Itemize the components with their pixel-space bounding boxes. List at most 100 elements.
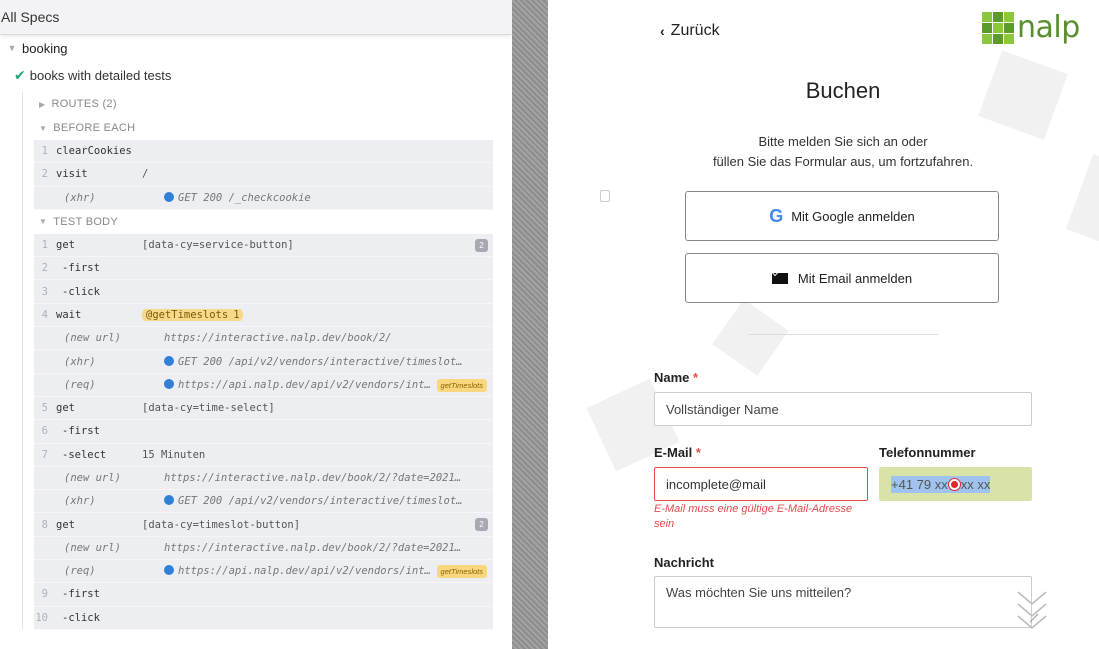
command-message-text: GET 200 /api/v2/vendors/interactive/time…: [178, 495, 493, 508]
command-row[interactable]: 2 visit /: [34, 163, 493, 187]
command-message: https://interactive.nalp.dev/book/2/?dat…: [164, 542, 493, 554]
command-name: -first: [62, 425, 100, 438]
name-placeholder: Vollständiger Name: [666, 401, 779, 417]
nalp-logo[interactable]: nalp: [982, 10, 1080, 45]
suite-title: booking: [22, 40, 68, 56]
command-row[interactable]: 7 -select 15 Minuten: [34, 443, 493, 467]
command-name: get: [56, 402, 75, 415]
command-name: -click: [62, 285, 100, 298]
phone-label: Telefonnummer: [879, 445, 976, 460]
all-specs-header[interactable]: All Specs: [0, 0, 512, 35]
message-label: Nachricht: [654, 555, 714, 570]
command-number: 5: [41, 402, 48, 415]
command-message: [data-cy=timeslot-button]: [142, 519, 493, 531]
command-number: 8: [41, 518, 48, 531]
command-message: https://interactive.nalp.dev/book/2/: [164, 332, 493, 344]
divider-line: [748, 334, 938, 335]
xhr-status-dot-icon: [164, 378, 174, 389]
google-login-button[interactable]: G Mit Google anmelden: [685, 191, 999, 241]
command-row[interactable]: 10 -click: [34, 606, 493, 630]
name-label-text: Name: [654, 370, 690, 385]
phone-placeholder-part: xx xx: [960, 476, 991, 492]
command-row[interactable]: 3 -click: [34, 280, 493, 304]
command-row[interactable]: (xhr) GET 200 /_checkcookie: [34, 186, 493, 210]
message-placeholder: Was möchten Sie uns mitteilen?: [666, 585, 852, 600]
xhr-status-dot-icon: [164, 565, 174, 576]
command-message: GET 200 /_checkcookie: [164, 191, 493, 204]
test-body-commands: 1 get [data-cy=service-button] 2 2 -first 3 -cl…: [34, 233, 493, 630]
message-textarea[interactable]: Was möchten Sie uns mitteilen?: [654, 576, 1032, 628]
command-row[interactable]: (new url) https://interactive.nalp.dev/bo…: [34, 466, 493, 491]
back-label: Zurück: [670, 22, 720, 39]
command-name: (new url): [64, 541, 121, 554]
logo-text: nalp: [1017, 10, 1080, 45]
background-shape: [600, 190, 610, 202]
command-message: GET 200 /api/v2/vendors/interactive/time…: [164, 355, 493, 368]
command-message-text: GET 200 /_checkcookie: [178, 191, 311, 204]
command-name: (new url): [64, 472, 121, 484]
command-name: (xhr): [64, 191, 96, 204]
name-input[interactable]: Vollständiger Name: [654, 392, 1032, 426]
suite-row[interactable]: ▼ booking: [0, 35, 512, 61]
command-name: (xhr): [64, 495, 96, 508]
routes-header[interactable]: ▶ ROUTES (2): [23, 92, 492, 116]
command-row[interactable]: 8 get [data-cy=timeslot-button] 2: [34, 513, 493, 537]
alias-count: 1: [230, 308, 243, 321]
command-message-text: https://interactive.nalp.dev/book/2/?dat…: [164, 472, 493, 484]
caret-down-icon: ▼: [39, 123, 48, 133]
route-alias-tag: getTimeslots: [436, 378, 487, 392]
command-row[interactable]: 6 -first: [34, 420, 493, 444]
command-row[interactable]: 1 clearCookies: [34, 140, 493, 164]
command-name: wait: [56, 308, 82, 321]
command-name: (xhr): [64, 355, 96, 368]
command-row[interactable]: (new url) https://interactive.nalp.dev/bo…: [34, 327, 493, 351]
background-shape: [712, 299, 789, 376]
command-row[interactable]: (req) https://api.nalp.dev/api/v2/vendors…: [34, 373, 493, 397]
test-row[interactable]: ✔ books with detailed tests: [0, 61, 512, 89]
test-hooks: ▶ ROUTES (2) ▼ BEFORE EACH 1 clearCookies…: [22, 92, 493, 630]
xhr-status-dot-icon: [164, 355, 174, 366]
command-row[interactable]: (new url) https://interactive.nalp.dev/bo…: [34, 536, 493, 561]
email-error-message: E-Mail muss eine gültige E-Mail-Adresse …: [654, 503, 853, 530]
command-row[interactable]: 1 get [data-cy=service-button] 2: [34, 233, 493, 258]
email-login-button[interactable]: Mit Email anmelden: [685, 253, 999, 303]
subtitle-line: füllen Sie das Formular aus, um fortzufa…: [712, 154, 974, 169]
command-row[interactable]: 5 get [data-cy=time-select]: [34, 396, 493, 421]
email-input[interactable]: incomplete@mail: [654, 467, 868, 501]
google-icon: G: [769, 205, 784, 226]
command-message: GET 200 /api/v2/vendors/interactive/time…: [164, 495, 493, 507]
before-each-header[interactable]: ▼ BEFORE EACH: [23, 116, 492, 140]
test-body-header[interactable]: ▼ TEST BODY: [23, 210, 492, 234]
command-message-text: https://api.nalp.dev/api/v2/vendors/int…: [178, 565, 431, 578]
required-mark: *: [693, 370, 699, 385]
command-row[interactable]: 9 -first: [34, 583, 493, 607]
page-subtitle: Bitte melden Sie sich an oder füllen Sie…: [548, 132, 1099, 172]
element-count-badge: 2: [475, 238, 488, 252]
command-row[interactable]: (req) https://api.nalp.dev/api/v2/vendors…: [34, 560, 493, 584]
command-number: 4: [41, 308, 48, 321]
before-each-commands: 1 clearCookies 2 visit / (xhr) GET 200 /_check…: [34, 140, 493, 210]
command-row[interactable]: (xhr) GET 200 /api/v2/vendors/interactive…: [34, 350, 493, 374]
panel-resize-handle[interactable]: [512, 0, 548, 649]
test-body-label: TEST BODY: [53, 215, 119, 228]
command-name: -click: [62, 611, 100, 624]
test-reporter-panel: All Specs ▼ booking ✔ books with detaile…: [0, 0, 512, 649]
chevron-left-icon: ‹: [660, 23, 665, 39]
command-name: get: [56, 239, 75, 252]
command-row[interactable]: 4 wait @getTimeslots 1: [34, 303, 493, 328]
command-message-text: [data-cy=timeslot-button]: [142, 518, 301, 531]
command-name: (req): [64, 565, 96, 578]
scroll-down-icon[interactable]: [1016, 588, 1048, 638]
command-message-text: https://interactive.nalp.dev/book/2/?dat…: [164, 541, 493, 554]
phone-input[interactable]: +41 79 xx xx xx: [879, 467, 1032, 501]
alias-pill[interactable]: @getTimeslots: [142, 308, 233, 321]
command-row[interactable]: (xhr) GET 200 /api/v2/vendors/interactive…: [34, 490, 493, 514]
command-number: 3: [41, 285, 48, 298]
back-link[interactable]: ‹ Zurück: [660, 22, 720, 40]
app-preview: ‹ Zurück nalp Buchen Bitte melden Sie si…: [548, 0, 1099, 649]
command-row[interactable]: 2 -first: [34, 257, 493, 281]
command-message-text: https://api.nalp.dev/api/v2/vendors/int…: [178, 378, 431, 391]
command-name: (new url): [64, 332, 121, 345]
command-number: 2: [41, 262, 48, 275]
required-mark: *: [695, 445, 701, 460]
